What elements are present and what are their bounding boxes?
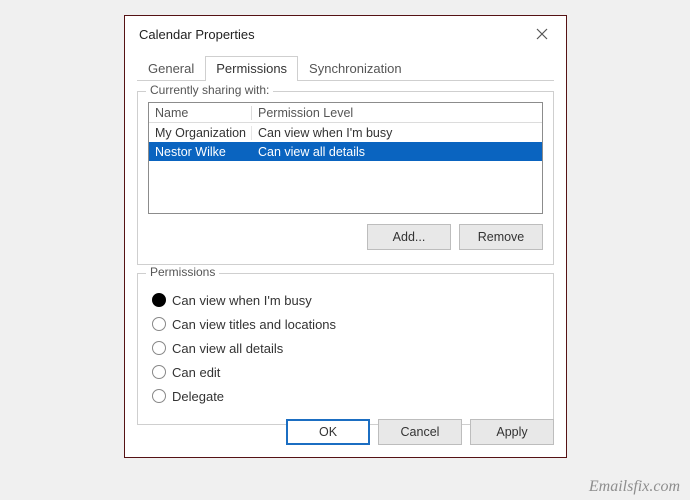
radio-can-view-all[interactable]: Can view all details (152, 336, 539, 360)
permissions-pane: Currently sharing with: Name Permission … (137, 91, 554, 425)
cell-level: Can view when I'm busy (252, 126, 542, 140)
permissions-group: Permissions Can view when I'm busy Can v… (137, 273, 554, 425)
radio-label: Can view all details (172, 341, 283, 356)
radio-icon (152, 293, 166, 307)
tab-general[interactable]: General (137, 56, 205, 81)
cancel-button[interactable]: Cancel (378, 419, 462, 445)
radio-icon (152, 389, 166, 403)
radio-can-view-titles[interactable]: Can view titles and locations (152, 312, 539, 336)
tab-permissions[interactable]: Permissions (205, 56, 298, 81)
list-row[interactable]: Nestor Wilke Can view all details (149, 142, 542, 161)
add-button[interactable]: Add... (367, 224, 451, 250)
tabstrip: General Permissions Synchronization (137, 52, 554, 81)
calendar-properties-dialog: Calendar Properties General Permissions … (124, 15, 567, 458)
list-row[interactable]: My Organization Can view when I'm busy (149, 123, 542, 142)
tab-synchronization[interactable]: Synchronization (298, 56, 413, 81)
close-icon[interactable] (528, 20, 556, 48)
radio-icon (152, 365, 166, 379)
radio-icon (152, 317, 166, 331)
listbox-header: Name Permission Level (149, 103, 542, 123)
cell-name: Nestor Wilke (149, 145, 252, 159)
permissions-radios: Can view when I'm busy Can view titles a… (148, 284, 543, 410)
radio-icon (152, 341, 166, 355)
radio-label: Can view titles and locations (172, 317, 336, 332)
radio-can-edit[interactable]: Can edit (152, 360, 539, 384)
sharing-buttons: Add... Remove (148, 224, 543, 250)
header-level: Permission Level (252, 106, 542, 120)
apply-button[interactable]: Apply (470, 419, 554, 445)
watermark: Emailsfix.com (589, 478, 680, 496)
sharing-legend: Currently sharing with: (146, 83, 273, 97)
ok-button[interactable]: OK (286, 419, 370, 445)
radio-label: Can edit (172, 365, 220, 380)
header-name: Name (149, 106, 252, 120)
sharing-group: Currently sharing with: Name Permission … (137, 91, 554, 265)
dialog-footer: OK Cancel Apply (286, 419, 554, 445)
dialog-title: Calendar Properties (139, 27, 528, 42)
radio-label: Can view when I'm busy (172, 293, 312, 308)
radio-label: Delegate (172, 389, 224, 404)
permissions-legend: Permissions (146, 265, 219, 279)
sharing-listbox[interactable]: Name Permission Level My Organization Ca… (148, 102, 543, 214)
cell-name: My Organization (149, 126, 252, 140)
remove-button[interactable]: Remove (459, 224, 543, 250)
cell-level: Can view all details (252, 145, 542, 159)
radio-delegate[interactable]: Delegate (152, 384, 539, 408)
radio-can-view-busy[interactable]: Can view when I'm busy (152, 288, 539, 312)
titlebar: Calendar Properties (125, 16, 566, 52)
